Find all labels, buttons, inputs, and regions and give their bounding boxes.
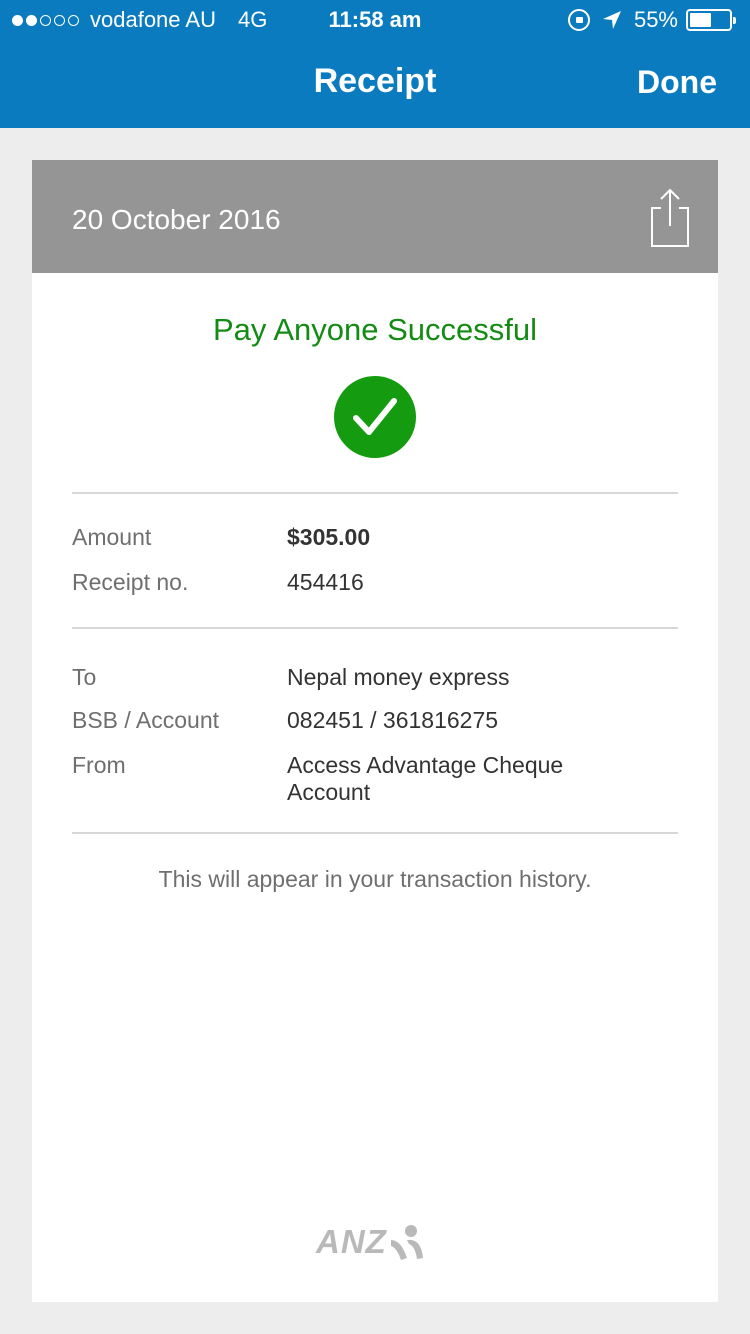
bsb-account-label: BSB / Account	[72, 707, 220, 733]
carrier-name: vodafone AU	[90, 7, 216, 32]
location-arrow-icon	[602, 11, 621, 29]
anz-logo-text: ANZ	[316, 1223, 387, 1260]
receipt-date: 20 October 2016	[72, 204, 281, 235]
to-label: To	[72, 664, 97, 690]
top-bar: vodafone AU 4G 11:58 am 55% Receipt Done	[0, 0, 750, 128]
receipt-number-value: 454416	[287, 569, 364, 595]
from-value: Access Advantage Cheque Account	[287, 752, 564, 805]
battery-fill	[690, 13, 711, 27]
anz-logo: ANZ	[316, 1222, 427, 1262]
signal-dot	[12, 14, 23, 26]
share-icon[interactable]	[644, 186, 696, 248]
signal-dot	[40, 14, 51, 26]
rotation-lock-icon	[567, 9, 590, 31]
divider	[72, 832, 678, 834]
signal-dot	[68, 14, 79, 26]
receipt-header: 20 October 2016	[32, 160, 718, 273]
receipt-number-label: Receipt no.	[72, 569, 189, 595]
checkmark-icon	[334, 376, 416, 458]
done-button[interactable]: Done	[637, 64, 717, 101]
amount-label: Amount	[72, 524, 152, 550]
from-label: From	[72, 752, 126, 778]
status-left: vodafone AU 4G	[12, 7, 267, 33]
status-right: 55%	[567, 7, 736, 33]
to-value: Nepal money express	[287, 664, 510, 690]
battery-icon	[686, 9, 736, 31]
signal-dot	[54, 14, 65, 26]
status-bar: vodafone AU 4G 11:58 am 55%	[0, 0, 750, 40]
transaction-history-note: This will appear in your transaction his…	[158, 866, 592, 892]
success-title: Pay Anyone Successful	[213, 312, 537, 347]
signal-strength-icon	[12, 14, 82, 26]
receipt-card: 20 October 2016 Pay Anyone Successful Am…	[32, 160, 718, 1302]
bsb-account-value: 082451 / 361816275	[287, 707, 499, 733]
checkmark-glyph	[353, 398, 397, 435]
network-type: 4G	[237, 7, 268, 32]
divider	[72, 627, 678, 629]
battery-percent: 55%	[633, 7, 678, 32]
divider	[72, 492, 678, 494]
amount-value: $305.00	[287, 524, 371, 550]
signal-dot	[26, 14, 37, 26]
anz-people-icon	[390, 1225, 423, 1260]
